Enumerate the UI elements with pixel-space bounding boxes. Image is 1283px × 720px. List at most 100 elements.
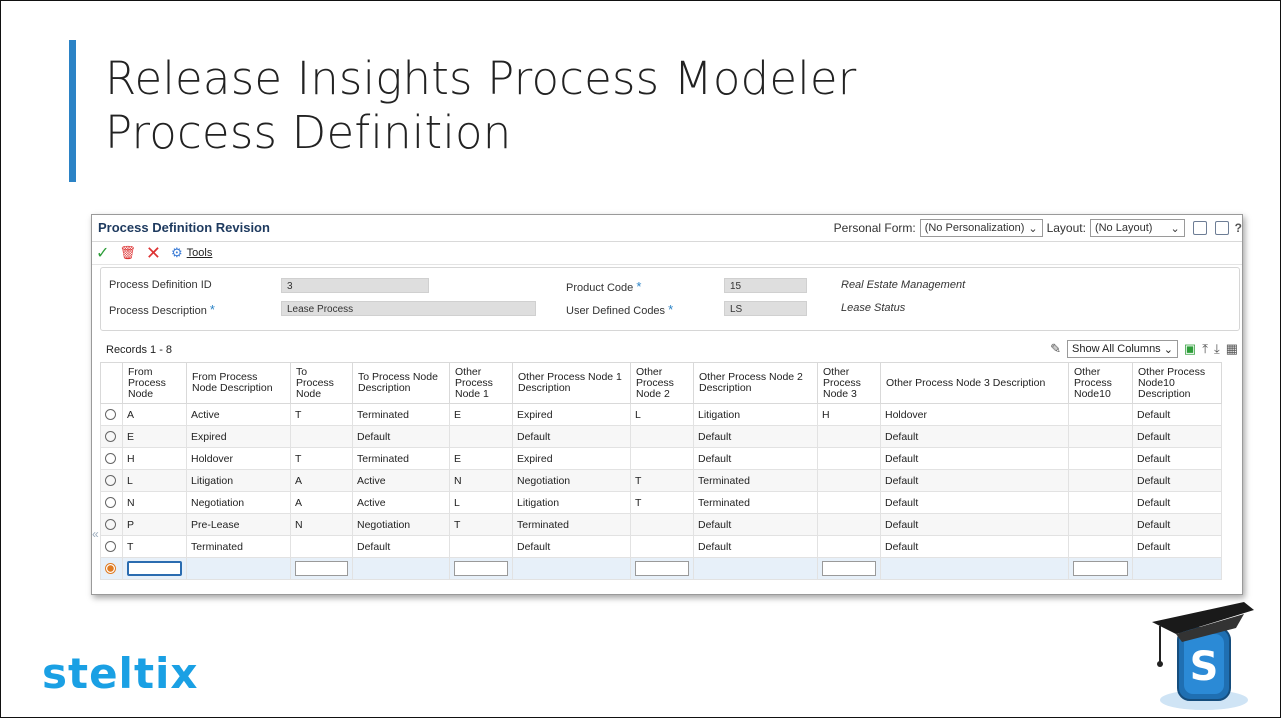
row-select-cell[interactable] [100,513,123,536]
grid-cell: T [630,469,694,492]
grid-cell: Negotiation [352,513,450,536]
column-header[interactable]: To Process Node Description [352,362,450,404]
grid-cell: Default [880,469,1069,492]
column-header[interactable]: From Process Node Description [186,362,291,404]
select-column-header [100,362,123,404]
new-entry-input[interactable] [822,561,876,576]
grid-cell: A [290,491,353,514]
row-radio[interactable] [105,431,116,443]
column-header[interactable]: Other Process Node10 [1068,362,1133,404]
upload-icon[interactable]: ⤒ [1202,341,1208,357]
grid-cell [630,535,694,558]
new-entry-cell [449,557,513,580]
table-row[interactable]: E Expired Default Default Default Default Defa… [100,425,1222,448]
grid-cell: Negotiation [186,491,291,514]
new-entry-input[interactable] [454,561,508,576]
new-entry-input[interactable] [295,561,348,576]
row-radio[interactable] [105,409,116,421]
title-accent-bar [69,40,76,182]
grid-cell: L [449,491,513,514]
edit-grid-icon[interactable]: ✎ [1050,341,1061,357]
save-grid-icon[interactable]: ▣ [1184,341,1196,357]
grid-cell: Default [512,535,631,558]
grid-cell: Terminated [352,447,450,470]
grid-cell [290,425,353,448]
grid-cell: Default [880,447,1069,470]
udc-label-wrap: User Defined Codes * [566,302,673,317]
download-icon[interactable]: ⤓ [1214,341,1220,357]
show-columns-select[interactable]: Show All Columns ⌄ [1067,340,1178,358]
row-radio[interactable] [105,541,116,553]
grid-cell: L [122,469,187,492]
grid-header-bar: Records 1 - 8 ✎ Show All Columns ⌄ ▣ ⤒ ⤓ … [100,340,1238,360]
row-radio[interactable] [105,519,116,531]
table-row[interactable]: T Terminated Default Default Default Default D… [100,535,1222,558]
cancel-x-icon[interactable]: ✕ [146,243,161,264]
column-header[interactable]: Other Process Node 2 Description [693,362,818,404]
new-entry-cell [630,557,694,580]
udc-field[interactable]: LS [724,301,807,316]
grid-cell: Litigation [512,491,631,514]
grid-cell: A [290,469,353,492]
table-row[interactable]: L Litigation A Active N Negotiation T Terminate… [100,469,1222,492]
process-definition-id-field[interactable]: 3 [281,278,429,293]
column-header[interactable]: Other Process Node10 Description [1132,362,1222,404]
udc-description: Lease Status [841,302,906,314]
records-count: Records 1 - 8 [106,344,173,356]
column-header[interactable]: Other Process Node 3 [817,362,881,404]
delete-trash-icon[interactable]: 🗑 [119,245,136,261]
process-description-field[interactable]: Lease Process [281,301,536,316]
table-row[interactable]: H Holdover T Terminated E Expired Default Defau… [100,447,1222,470]
column-header[interactable]: Other Process Node 1 Description [512,362,631,404]
grid-cell [1068,425,1133,448]
row-select-cell[interactable] [100,469,123,492]
grid-cell: Active [352,491,450,514]
row-select-cell[interactable] [100,403,123,426]
layout-select[interactable]: (No Layout) ⌄ [1089,219,1185,237]
layout-value: (No Layout) [1094,222,1153,234]
new-entry-cell [1132,557,1222,580]
new-entry-input[interactable] [127,561,182,576]
grid-cell: Holdover [186,447,291,470]
product-code-label: Product Code [566,282,634,294]
row-radio-selected[interactable] [105,563,116,575]
row-radio[interactable] [105,453,116,465]
show-columns-value: Show All Columns [1072,343,1161,355]
row-select-cell[interactable] [100,535,123,558]
column-header[interactable]: Other Process Node 3 Description [880,362,1069,404]
row-select-cell[interactable] [100,447,123,470]
ok-check-icon[interactable]: ✓ [96,243,109,263]
new-entry-cell [1068,557,1133,580]
grid-cell [1068,403,1133,426]
product-code-field[interactable]: 15 [724,278,807,293]
row-select-cell[interactable] [100,425,123,448]
column-header[interactable]: To Process Node [290,362,353,404]
tools-menu[interactable]: ⚙ Tools [171,245,212,261]
collapse-panel-icon[interactable]: « [92,527,99,541]
grid-format-icon[interactable]: ▦ [1226,341,1238,357]
notes-icon[interactable] [1192,221,1207,235]
row-select-cell[interactable] [100,557,123,580]
grid-tools: ✎ Show All Columns ⌄ ▣ ⤒ ⤓ ▦ [1050,340,1238,358]
new-entry-input[interactable] [1073,561,1128,576]
table-row[interactable]: N Negotiation A Active L Litigation T Terminate… [100,491,1222,514]
row-select-cell[interactable] [100,491,123,514]
table-row[interactable]: P Pre-Lease N Negotiation T Terminated Default… [100,513,1222,536]
grid-cell [817,535,881,558]
grid-cell [1068,513,1133,536]
row-radio[interactable] [105,497,116,509]
form-header-controls: Personal Form: (No Personalization) ⌄ Lay… [834,219,1242,237]
personal-form-select[interactable]: (No Personalization) ⌄ [919,219,1043,237]
table-row[interactable]: A Active T Terminated E Expired L Litigation H Ho… [100,403,1222,426]
personal-form-label: Personal Form: [833,221,916,235]
new-entry-input[interactable] [635,561,689,576]
column-header[interactable]: From Process Node [122,362,187,404]
export-form-icon[interactable] [1214,221,1229,235]
column-header[interactable]: Other Process Node 1 [449,362,513,404]
new-entry-row[interactable] [100,557,1222,580]
help-icon[interactable]: ? [1235,221,1242,235]
column-header[interactable]: Other Process Node 2 [630,362,694,404]
grid-cell: Default [880,513,1069,536]
row-radio[interactable] [105,475,116,487]
grid-cell: E [449,403,513,426]
